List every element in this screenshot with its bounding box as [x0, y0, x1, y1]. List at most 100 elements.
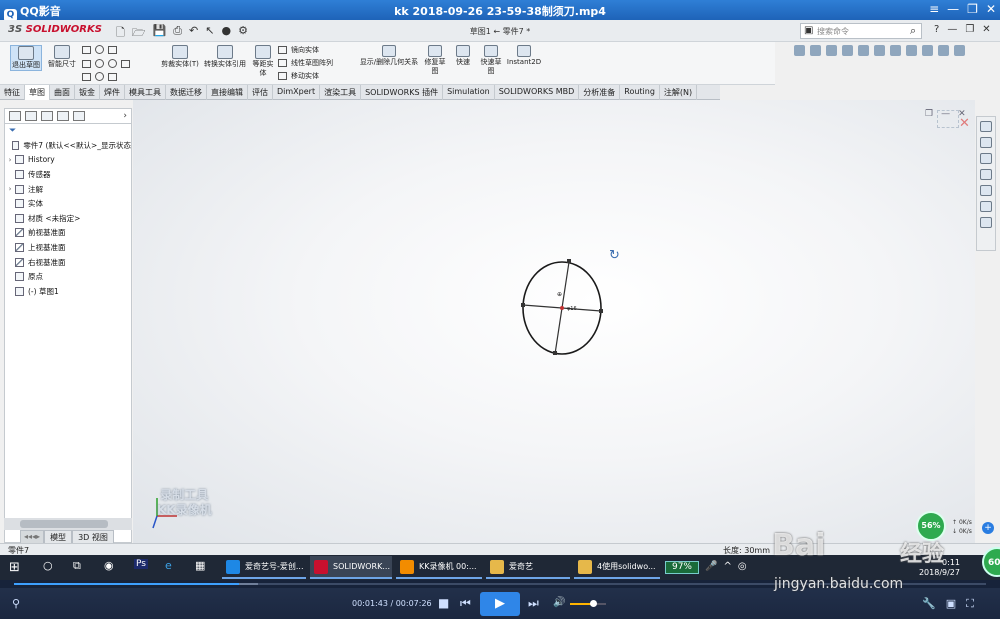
tree-item[interactable]: 右视基准面 [5, 255, 131, 270]
command-search-input[interactable]: ▣ 搜索命令 [800, 23, 922, 39]
graphics-area[interactable]: ⊕ φ16 录制工具 KK录像机 ↻ ✕ [133, 100, 975, 545]
dimxpert-tab-icon[interactable] [57, 111, 69, 121]
horizontal-scrollbar-thumb[interactable] [20, 520, 108, 528]
taskbar-app[interactable]: 爱奇艺 [486, 556, 570, 579]
search-button-icon[interactable]: ⌕ [910, 24, 916, 38]
minimize-view-icon[interactable]: — [941, 109, 950, 119]
convert-entities-button[interactable]: 转换实体引用 [202, 45, 248, 69]
restore-window-icon[interactable]: ❐ [925, 109, 933, 119]
tree-item[interactable]: › History [5, 153, 131, 168]
config-manager-tab-icon[interactable] [41, 111, 53, 121]
previous-icon[interactable]: ⏮ [460, 596, 471, 611]
taskbar-app[interactable]: SOLIDWORK... [310, 556, 392, 579]
close-button[interactable]: ✕ [986, 2, 996, 16]
filter-icon[interactable]: ⏷ [5, 124, 131, 138]
tray-mic-icon[interactable]: 🎤 [705, 561, 717, 572]
offset-entities-button[interactable]: 等距实体 [252, 45, 274, 78]
tab-nav-icon[interactable]: ◂◂◂▸ [20, 530, 45, 544]
system-clock[interactable]: 0:11 2018/9/27 [918, 558, 960, 578]
taskbar-app[interactable]: 4使用solidwo... [574, 556, 660, 579]
tab-5[interactable]: 模具工具 [125, 85, 166, 100]
tab-0[interactable]: 特征 [0, 85, 25, 100]
linear-pattern-button[interactable]: 线性草图阵列 [278, 58, 333, 68]
instant2d-button[interactable]: Instant2D [506, 45, 542, 67]
tab-2[interactable]: 曲面 [50, 85, 75, 100]
sw-close-button[interactable]: ✕ [982, 24, 990, 35]
home-icon[interactable] [980, 121, 992, 132]
photoshop-icon[interactable]: Ps [134, 559, 148, 569]
tab-3d-view[interactable]: 3D 视图 [72, 530, 114, 544]
sw-minimize-button[interactable]: — [947, 24, 957, 35]
video-progress-bar[interactable] [0, 580, 1000, 588]
property-manager-tab-icon[interactable] [25, 111, 37, 121]
line-icon[interactable] [82, 45, 91, 54]
rapid-sketch-button[interactable]: 快速草图 [478, 45, 504, 76]
arc-icon[interactable] [95, 59, 104, 68]
rectangle-icon[interactable] [82, 59, 91, 68]
taskbar-app[interactable]: KK录像机 00:... [396, 556, 482, 579]
windows-start-icon[interactable]: ⊞ [9, 560, 20, 575]
tab-4[interactable]: 焊件 [100, 85, 125, 100]
view-orientation-icon[interactable] [858, 45, 869, 56]
tab-13[interactable]: SOLIDWORKS MBD [495, 85, 580, 100]
design-library-icon[interactable] [980, 217, 992, 228]
playlist-icon[interactable]: ⚲ [12, 597, 20, 610]
text-icon[interactable] [121, 59, 130, 68]
help-button[interactable]: ? [934, 24, 939, 35]
sketch-point-right[interactable] [599, 309, 603, 313]
fillet-icon[interactable] [108, 72, 117, 81]
net-speed-widget[interactable]: 56% ↑ 0K/s ↓ 0K/s + [916, 511, 998, 543]
plus-icon[interactable]: + [982, 522, 994, 534]
battery-indicator[interactable]: 97% [665, 561, 699, 574]
app-pinned-1-icon[interactable]: ◉ [104, 559, 114, 572]
tab-12[interactable]: Simulation [443, 85, 495, 100]
sketch-origin-point[interactable] [560, 306, 564, 310]
next-icon[interactable]: ⏭ [528, 596, 539, 611]
zoom-area-icon[interactable] [810, 45, 821, 56]
tree-expand-icon[interactable]: › [5, 185, 15, 193]
custom-properties-icon[interactable] [980, 201, 992, 212]
tab-10[interactable]: 渲染工具 [320, 85, 362, 100]
repair-sketch-button[interactable]: 修复草图 [424, 45, 446, 76]
edit-appearance-icon[interactable] [906, 45, 917, 56]
tab-11[interactable]: SOLIDWORKS 插件 [361, 85, 444, 100]
tree-item[interactable]: (-) 草图1 [5, 284, 131, 299]
mirror-entities-button[interactable]: 镜向实体 [278, 45, 319, 55]
tree-item[interactable]: 零件7 (默认<<默认>_显示状态 [5, 138, 131, 153]
calculator-icon[interactable]: ▦ [195, 559, 205, 572]
volume-knob[interactable] [590, 600, 598, 607]
search-icon[interactable]: ○ [43, 559, 53, 572]
tab-14[interactable]: 分析准备 [579, 85, 621, 100]
tab-1[interactable]: 草图 [25, 85, 50, 100]
file-explorer-icon[interactable] [980, 153, 992, 164]
volume-icon[interactable]: 🔊 [553, 597, 565, 608]
picture-icon[interactable]: ▣ [946, 597, 956, 611]
close-view-icon[interactable]: ✕ [958, 109, 966, 119]
tab-6[interactable]: 数据迁移 [166, 85, 207, 100]
display-style-icon[interactable] [874, 45, 885, 56]
appearances-icon[interactable] [980, 185, 992, 196]
slot-icon[interactable] [82, 72, 91, 81]
tab-model[interactable]: 模型 [44, 530, 73, 544]
tab-9[interactable]: DimXpert [273, 85, 321, 100]
display-relations-button[interactable]: 显示/删除几何关系 [356, 45, 422, 67]
resources-icon[interactable] [980, 137, 992, 148]
tree-item[interactable]: 材质 <未指定> [5, 211, 131, 226]
apply-scene-icon[interactable] [922, 45, 933, 56]
zoom-fit-icon[interactable] [794, 45, 805, 56]
smart-dimension-button[interactable]: 智能尺寸 [45, 45, 79, 69]
spline-icon[interactable] [108, 45, 117, 54]
tree-item[interactable]: 原点 [5, 269, 131, 284]
chevron-right-icon[interactable]: › [123, 111, 127, 121]
stop-icon[interactable]: ■ [438, 596, 449, 610]
sketch-point-bottom[interactable] [553, 351, 557, 355]
sketch-point-top[interactable] [567, 259, 571, 263]
tools-icon[interactable]: 🔧 [922, 597, 936, 611]
tray-app-icon[interactable]: ◎ [738, 561, 747, 572]
ie-icon[interactable]: e [165, 559, 172, 572]
tree-item[interactable]: › 注解 [5, 182, 131, 197]
tree-expand-icon[interactable]: › [5, 156, 15, 164]
exit-sketch-button[interactable]: 退出草图 [10, 45, 42, 71]
tree-item[interactable]: 前视基准面 [5, 226, 131, 241]
quick-snaps-button[interactable]: 快速 [452, 45, 474, 67]
